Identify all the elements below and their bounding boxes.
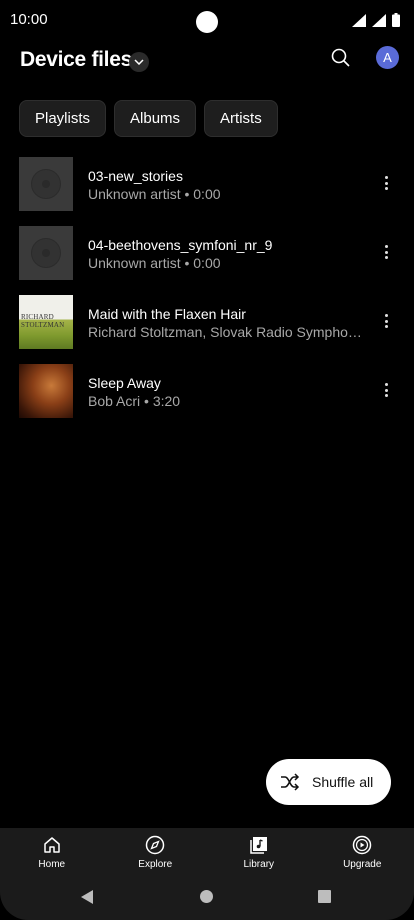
track-row[interactable]: RICHARD STOLTZMAN Maid with the Flaxen H… [0, 287, 414, 356]
library-icon [250, 837, 267, 854]
home-circle-icon[interactable] [200, 890, 213, 903]
back-icon[interactable] [80, 889, 94, 905]
app-screen: 10:00 Device files A Playlists Albums Ar… [0, 0, 414, 920]
wifi-signal-icon [352, 13, 366, 27]
track-subtitle: Richard Stoltzman, Slovak Radio Symphony… [88, 324, 363, 340]
front-camera [196, 11, 218, 33]
shuffle-all-button[interactable]: Shuffle all [266, 759, 391, 805]
album-art [19, 364, 73, 418]
home-icon [44, 837, 60, 853]
source-dropdown-button[interactable] [129, 52, 149, 72]
chip-albums[interactable]: Albums [114, 100, 197, 137]
track-list: 03-new_stories Unknown artist • 0:00 04-… [0, 149, 414, 425]
upgrade-icon [353, 835, 372, 855]
search-button[interactable] [329, 46, 353, 70]
status-bar: 10:00 [0, 0, 414, 40]
app-header: Device files A [0, 40, 414, 84]
compass-icon [146, 835, 165, 855]
track-subtitle: Unknown artist • 0:00 [88, 255, 221, 271]
track-title: 04-beethovens_symfoni_nr_9 [88, 237, 273, 253]
more-vert-icon [384, 383, 388, 386]
battery-icon [392, 13, 400, 27]
track-title: 03-new_stories [88, 168, 183, 184]
page-title: Device files [20, 48, 132, 71]
status-icons [352, 13, 400, 27]
shuffle-icon [281, 773, 300, 791]
nav-explore[interactable]: Explore [104, 828, 208, 876]
nav-library[interactable]: Library [207, 828, 311, 876]
more-options-button[interactable] [378, 242, 394, 262]
track-subtitle: Unknown artist • 0:00 [88, 186, 221, 202]
more-options-button[interactable] [378, 311, 394, 331]
track-thumbnail [19, 226, 73, 280]
track-row[interactable]: 03-new_stories Unknown artist • 0:00 [0, 149, 414, 218]
nav-label: Upgrade [343, 859, 382, 870]
cell-signal-icon [372, 13, 386, 27]
chevron-down-icon [134, 59, 144, 65]
track-title: Sleep Away [88, 375, 161, 391]
chip-artists[interactable]: Artists [204, 100, 278, 137]
shuffle-all-label: Shuffle all [312, 774, 374, 790]
album-art-cover-text: RICHARD STOLTZMAN [21, 313, 65, 329]
search-icon [331, 48, 350, 67]
nav-label: Library [243, 859, 275, 870]
chip-playlists[interactable]: Playlists [19, 100, 107, 137]
album-art: RICHARD STOLTZMAN [19, 295, 73, 349]
system-navigation-bar [0, 876, 414, 920]
track-title: Maid with the Flaxen Hair [88, 306, 246, 322]
track-row[interactable]: Sleep Away Bob Acri • 3:20 [0, 356, 414, 425]
account-avatar[interactable]: A [376, 46, 399, 69]
recents-square-icon[interactable] [318, 890, 331, 903]
more-options-button[interactable] [378, 380, 394, 400]
nav-home[interactable]: Home [0, 828, 104, 876]
more-vert-icon [384, 314, 388, 317]
bottom-navigation: Home Explore Library Upgrade [0, 828, 414, 876]
nav-label: Home [38, 859, 66, 870]
more-options-button[interactable] [378, 173, 394, 193]
more-vert-icon [384, 245, 388, 248]
track-thumbnail [19, 157, 73, 211]
disc-icon [31, 238, 61, 268]
status-time: 10:00 [10, 11, 48, 28]
track-row[interactable]: 04-beethovens_symfoni_nr_9 Unknown artis… [0, 218, 414, 287]
track-subtitle: Bob Acri • 3:20 [88, 393, 181, 409]
nav-label: Explore [138, 859, 173, 870]
filter-chips: Playlists Albums Artists [19, 100, 278, 137]
nav-upgrade[interactable]: Upgrade [311, 828, 414, 876]
disc-icon [31, 169, 61, 199]
more-vert-icon [384, 176, 388, 179]
